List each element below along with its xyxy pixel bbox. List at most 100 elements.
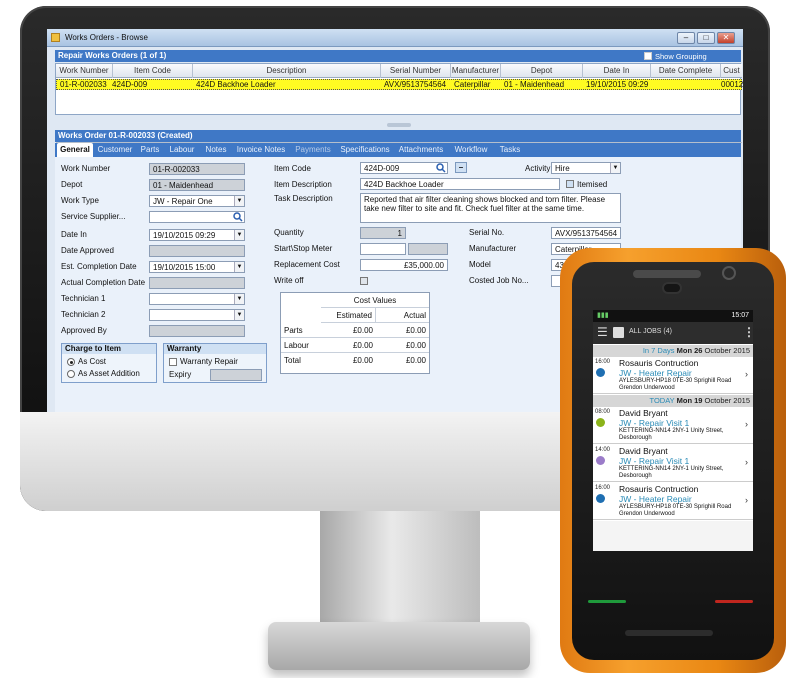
- charge-to-item-title: Charge to Item: [62, 344, 156, 354]
- list-item[interactable]: 14:00 David Bryant JW - Repair Visit 1 K…: [593, 445, 753, 482]
- tab-general[interactable]: General: [57, 143, 93, 157]
- tab-payments[interactable]: Payments: [291, 143, 335, 157]
- list-item[interactable]: 16:00 Rosauris Contruction JW - Heater R…: [593, 483, 753, 520]
- menu-icon[interactable]: ☰: [597, 325, 608, 339]
- cell-work-number: 01-R-002033: [60, 80, 107, 89]
- tab-invoice-notes[interactable]: Invoice Notes: [233, 143, 289, 157]
- end-call-button[interactable]: [715, 600, 753, 603]
- cost-row-label: Total: [284, 356, 301, 365]
- charge-to-item-group: Charge to Item As Cost As Asset Addition: [61, 343, 157, 383]
- warranty-repair-checkbox[interactable]: [169, 358, 177, 366]
- search-icon[interactable]: [233, 212, 243, 222]
- day-header-prefix: TODAY: [649, 396, 675, 405]
- phone-sensor: [662, 282, 682, 294]
- col-date-in[interactable]: Date In: [583, 64, 651, 78]
- chevron-down-icon[interactable]: ▼: [234, 262, 244, 272]
- list-item[interactable]: 08:00 David Bryant JW - Repair Visit 1 K…: [593, 407, 753, 444]
- cost-row-actual: £0.00: [376, 323, 429, 338]
- serial-no-field[interactable]: AVX/9513754564: [551, 227, 621, 239]
- table-row[interactable]: 01-R-002033 424D-009 424D Backhoe Loader…: [56, 79, 743, 90]
- detail-header: Works Order 01-R-002033 (Created): [55, 130, 741, 142]
- col-work-number[interactable]: Work Number: [56, 64, 113, 78]
- activity-select[interactable]: Hire ▼: [551, 162, 621, 174]
- show-grouping-checkbox[interactable]: [644, 52, 652, 60]
- search-icon[interactable]: [436, 163, 446, 173]
- show-grouping-label: Show Grouping: [655, 52, 707, 61]
- cell-description: 424D Backhoe Loader: [196, 80, 276, 89]
- col-date-complete[interactable]: Date Complete: [651, 64, 721, 78]
- as-asset-radio[interactable]: [67, 370, 75, 378]
- as-cost-radio[interactable]: [67, 358, 75, 366]
- day-header-1: In 7 Days Mon 26 October 2015: [593, 345, 753, 357]
- stop-meter-field: [408, 243, 448, 255]
- technician2-label: Technician 2: [61, 310, 106, 319]
- tab-attachments[interactable]: Attachments: [395, 143, 447, 157]
- job-type: JW - Repair Visit 1: [619, 456, 690, 466]
- work-type-select[interactable]: JW - Repair One ▼: [149, 195, 245, 207]
- quantity-field: 1: [360, 227, 406, 239]
- technician1-select[interactable]: ▼: [149, 293, 245, 305]
- col-serial-number[interactable]: Serial Number: [381, 64, 451, 78]
- monitor-stand-neck: [320, 511, 480, 629]
- date-approved-label: Date Approved: [61, 246, 114, 255]
- list-item[interactable]: 16:00 Rosauris Contruction JW - Heater R…: [593, 357, 753, 394]
- date-in-label: Date In: [61, 230, 87, 239]
- tab-labour[interactable]: Labour: [165, 143, 199, 157]
- work-type-value: JW - Repair One: [153, 197, 213, 206]
- task-description-field[interactable]: Reported that air filter cleaning shows …: [360, 193, 621, 223]
- service-supplier-field[interactable]: [149, 211, 245, 223]
- col-depot[interactable]: Depot: [501, 64, 583, 78]
- minimize-button[interactable]: –: [677, 32, 695, 44]
- remove-item-button[interactable]: –: [455, 162, 467, 173]
- chevron-right-icon: ›: [745, 495, 748, 505]
- detail-tabs: General Customer Parts Labour Notes Invo…: [55, 143, 741, 157]
- tab-notes[interactable]: Notes: [201, 143, 231, 157]
- date-in-value: 19/10/2015 09:29: [153, 231, 216, 240]
- job-type: JW - Heater Repair: [619, 494, 692, 504]
- splitter-handle[interactable]: [387, 123, 411, 127]
- service-supplier-label[interactable]: Service Supplier...: [61, 211, 125, 223]
- col-manufacturer[interactable]: Manufacturer: [451, 64, 501, 78]
- tab-parts[interactable]: Parts: [137, 143, 163, 157]
- item-code-field[interactable]: 424D-009: [360, 162, 448, 174]
- tab-specifications[interactable]: Specifications: [337, 143, 393, 157]
- phone-screen: ▮▮▮ 15:07 ☰ ALL JOBS (4) ⋮ In 7 Days Mon…: [593, 310, 753, 551]
- date-in-field[interactable]: 19/10/2015 09:29 ▼: [149, 229, 245, 241]
- chevron-down-icon[interactable]: ▼: [234, 230, 244, 240]
- costed-job-label[interactable]: Costed Job No...: [469, 275, 529, 287]
- phone-microphone: [625, 630, 713, 636]
- chevron-right-icon: ›: [745, 419, 748, 429]
- cost-values-table: Cost Values Estimated Actual Parts £0.00…: [280, 292, 430, 374]
- chevron-down-icon[interactable]: ▼: [234, 196, 244, 206]
- job-status-icon: [596, 456, 605, 465]
- tab-workflow[interactable]: Workflow: [449, 143, 493, 157]
- col-description[interactable]: Description: [193, 64, 381, 78]
- app-bar-title: ALL JOBS (4): [629, 328, 672, 335]
- start-meter-field[interactable]: [360, 243, 406, 255]
- maximize-button[interactable]: □: [697, 32, 715, 44]
- expiry-label: Expiry: [169, 370, 192, 379]
- item-description-field[interactable]: 424D Backhoe Loader: [360, 178, 560, 190]
- col-item-code[interactable]: Item Code: [113, 64, 193, 78]
- write-off-checkbox[interactable]: [360, 277, 368, 285]
- warranty-title: Warranty: [164, 344, 266, 354]
- cell-manufacturer: Caterpillar: [454, 80, 491, 89]
- chevron-down-icon[interactable]: ▼: [234, 294, 244, 304]
- depot-label: Depot: [61, 180, 83, 189]
- as-cost-label: As Cost: [78, 357, 107, 366]
- technician2-select[interactable]: ▼: [149, 309, 245, 321]
- close-button[interactable]: ✕: [717, 32, 735, 44]
- tab-tasks[interactable]: Tasks: [495, 143, 525, 157]
- overflow-menu-icon[interactable]: ⋮: [743, 325, 753, 339]
- cost-row-label: Parts: [281, 323, 321, 338]
- chevron-down-icon[interactable]: ▼: [234, 310, 244, 320]
- call-button[interactable]: [588, 600, 626, 603]
- cost-row-estimated: £0.00: [321, 338, 376, 353]
- replacement-cost-field[interactable]: £35,000.00: [360, 259, 448, 271]
- itemised-checkbox[interactable]: [566, 180, 574, 188]
- tab-customer[interactable]: Customer: [95, 143, 135, 157]
- job-type: JW - Repair Visit 1: [619, 418, 690, 428]
- chevron-down-icon[interactable]: ▼: [610, 163, 620, 173]
- est-completion-field[interactable]: 19/10/2015 15:00 ▼: [149, 261, 245, 273]
- col-cust[interactable]: Cust: [721, 64, 742, 78]
